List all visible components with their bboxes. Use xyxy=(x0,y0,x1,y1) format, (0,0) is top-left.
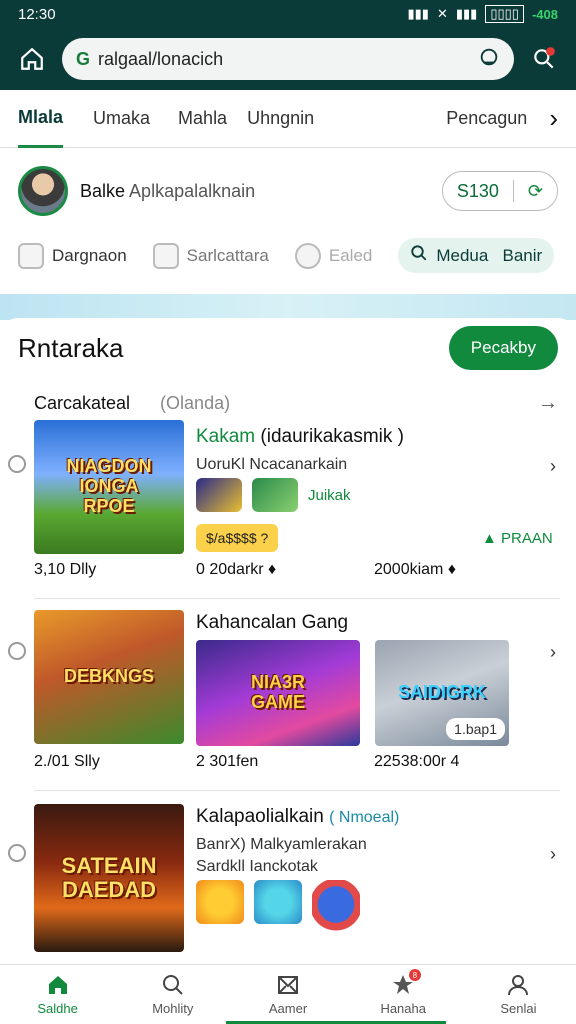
mini-icons xyxy=(196,880,366,950)
profile-name: Balke Aplkapalalknain xyxy=(80,181,430,202)
mini-icons: Juikak xyxy=(196,478,351,512)
chevron-right-icon[interactable]: › xyxy=(549,103,558,134)
mail-icon xyxy=(278,976,298,994)
game-thumbnail[interactable]: SATEAIN DAEDAD xyxy=(34,804,184,952)
avatar[interactable] xyxy=(18,166,68,216)
status-time: 12:30 xyxy=(18,5,56,23)
search-icon xyxy=(410,244,428,267)
nav-mohlity[interactable]: Mohlity xyxy=(115,965,230,1024)
thumbnail-art-text: DEBKNGS xyxy=(34,610,184,744)
browser-toolbar: G ralgaal/lonacich xyxy=(0,28,576,90)
wifi-icon: ✕ xyxy=(436,6,448,21)
balance-pill[interactable]: S130 ⟳ xyxy=(441,171,558,211)
mini-game-icon[interactable] xyxy=(252,478,298,512)
mini-game-icon[interactable] xyxy=(196,478,242,512)
item-stat: 22538:00r 4 xyxy=(374,753,460,770)
chevron-right-icon[interactable]: › xyxy=(550,456,556,477)
item-stat: 3,10 Dlly xyxy=(34,561,97,578)
list-item[interactable]: SATEAIN DAEDAD Kalapaolialkain ( Nmoeal)… xyxy=(0,802,576,962)
camera-icon xyxy=(294,242,321,269)
signal2-icon: ▮▮▮ xyxy=(455,6,478,21)
chevron-right-icon[interactable]: › xyxy=(550,844,556,865)
battery-icon: ▯▯▯▯ xyxy=(485,5,524,23)
main-content: Rntaraka Pecakby Carcakateal (Olanda) → … xyxy=(0,318,576,968)
person-icon xyxy=(508,975,529,996)
status-icons: ▮▮▮ ✕ ▮▮▮ ▯▯▯▯ -408 xyxy=(407,5,558,23)
home-icon xyxy=(48,976,67,994)
profile-name-text: Balke xyxy=(80,180,126,201)
subheading-tag: (Olanda) xyxy=(160,393,231,413)
tab-mlala[interactable]: Mlala xyxy=(18,90,64,148)
game-thumbnail[interactable]: NIAGDON IONGA RPOE xyxy=(34,420,184,554)
item-description: BanrX) Malkyamlerakan xyxy=(196,836,367,853)
nav-hanaha[interactable]: 8 Hanaha xyxy=(346,965,461,1024)
tab-uhngnin[interactable]: Uhngnin xyxy=(237,90,324,148)
bottom-navigation: Saldhe Mohlity Aamer 8 Hanaha Senlai xyxy=(0,964,576,1024)
signal-icon: ▮▮▮ xyxy=(407,6,429,21)
nav-aamer[interactable]: Aamer xyxy=(230,965,345,1024)
action-dargnaon[interactable]: Dargnaon xyxy=(18,242,127,269)
profile-section: Balke Aplkapalalknain S130 ⟳ Dargnaon Sa… xyxy=(0,150,576,290)
mini-game-icon[interactable] xyxy=(254,880,302,924)
mini-game-icon[interactable] xyxy=(196,880,244,924)
mini-game-icon[interactable] xyxy=(312,880,360,950)
promo-banner xyxy=(0,294,576,320)
search-notification-icon[interactable] xyxy=(526,41,562,77)
arrow-right-icon[interactable]: → xyxy=(538,392,558,415)
profile-subtitle: Aplkapalalknain xyxy=(129,180,256,201)
game-thumbnail[interactable]: DEBKNGS xyxy=(34,610,184,744)
chevron-right-icon[interactable]: › xyxy=(550,642,556,663)
item-stat: 2./01 Slly xyxy=(34,753,100,770)
document-icon xyxy=(18,242,44,269)
list-item[interactable]: NIAGDON IONGA RPOE Kakam (idaurikakasmik… xyxy=(0,418,576,598)
game-thumbnail[interactable]: SAIDIGRK 1.bap1 xyxy=(375,640,509,746)
thumbnail-art-text: SATEAIN DAEDAD xyxy=(34,804,184,952)
tab-pencagun[interactable]: Pencagun xyxy=(436,90,537,148)
subheading-row: Carcakateal (Olanda) → xyxy=(0,370,576,415)
subheading: Carcakateal xyxy=(34,393,131,413)
item-title: Kahancalan Gang xyxy=(196,612,349,633)
tab-mahla[interactable]: Mahla xyxy=(168,90,237,148)
refresh-icon[interactable] xyxy=(478,46,500,73)
item-description: UoruKl Ncacanarkain xyxy=(196,456,348,473)
balance-value: S130 xyxy=(456,180,499,201)
primary-cta-button[interactable]: Pecakby xyxy=(448,326,558,370)
nav-saldhe[interactable]: Saldhe xyxy=(0,965,115,1024)
game-thumbnail[interactable]: NIA3R GAME xyxy=(196,640,360,746)
list-item[interactable]: Kahancalan Gang DEBKNGS NIA3R GAME SAIDI… xyxy=(0,608,576,788)
radio-button[interactable] xyxy=(8,455,26,473)
thumbnail-art-text: NIA3R GAME xyxy=(196,640,360,746)
thumbnail-art-text: NIAGDON IONGA RPOE xyxy=(34,420,184,554)
action-ealed[interactable]: Ealed xyxy=(294,242,372,269)
rank-badge: ▲ PRAAN xyxy=(482,530,553,547)
nav-senlai[interactable]: Senlai xyxy=(461,965,576,1024)
search-icon xyxy=(162,975,183,995)
notification-badge: 8 xyxy=(408,969,421,981)
url-prefix-icon: G xyxy=(76,48,91,69)
thumbnail-tag: 1.bap1 xyxy=(446,718,505,740)
mini-label: Juikak xyxy=(308,486,351,504)
quick-actions: Dargnaon Sarlcattara Ealed Medua Banir xyxy=(18,238,558,273)
status-bar: 12:30 ▮▮▮ ✕ ▮▮▮ ▯▯▯▯ -408 xyxy=(0,0,576,28)
action-medua-banir[interactable]: Medua Banir xyxy=(398,238,555,273)
home-icon[interactable] xyxy=(14,41,50,77)
item-stat: 0 20darkr ♦ xyxy=(196,561,277,578)
item-description: Sardkll Ianckotak xyxy=(196,858,318,875)
radio-button[interactable] xyxy=(8,642,26,660)
item-title: Kalapaolialkain ( Nmoeal) xyxy=(196,806,400,827)
radio-button[interactable] xyxy=(8,844,26,862)
item-title: Kakam (idaurikakasmik ) xyxy=(196,426,405,447)
rating-badge: $/a$$$$ ? xyxy=(196,524,279,552)
url-bar[interactable]: G ralgaal/lonacich xyxy=(62,38,514,80)
chat-icon xyxy=(152,242,179,269)
url-text: ralgaal/lonacich xyxy=(98,48,224,69)
section-title: Rntaraka xyxy=(18,332,124,363)
action-sarlcattara[interactable]: Sarlcattara xyxy=(152,242,269,269)
battery-text: -408 xyxy=(531,6,558,22)
refresh-icon: ⟳ xyxy=(527,180,543,201)
tab-umaka[interactable]: Umaka xyxy=(83,90,160,148)
category-tabs: Mlala Umaka Mahla Uhngnin Pencagun › xyxy=(0,90,576,148)
item-stat: 2 301fen xyxy=(196,753,259,770)
item-stat: 2000kiam ♦ xyxy=(374,561,456,578)
